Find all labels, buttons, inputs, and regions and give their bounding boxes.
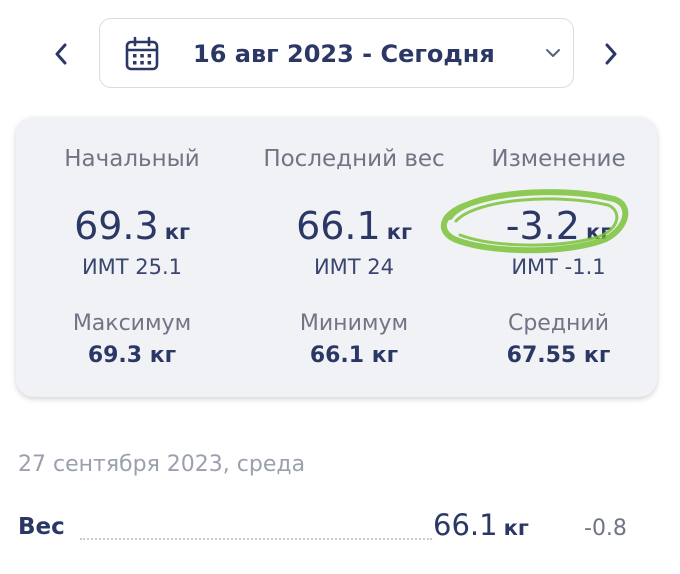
- min-weight-label: Минимум: [299, 311, 409, 336]
- chevron-left-icon: [55, 43, 67, 65]
- date-range-label: 16 авг 2023 - Сегодня: [193, 40, 495, 68]
- chevron-right-icon: [605, 43, 617, 65]
- weight-entry-row[interactable]: Вес 66.1 кг -0.8: [18, 508, 638, 552]
- chevron-down-icon: [546, 49, 560, 57]
- latest-bmi: ИМТ 24: [313, 255, 395, 279]
- start-bmi: ИМТ 25.1: [81, 255, 183, 279]
- latest-weight-label: Последний вес: [263, 146, 445, 172]
- next-period-button[interactable]: [596, 36, 626, 72]
- entry-weight-unit: кг: [503, 516, 529, 540]
- entry-weight-value: 66.1: [433, 508, 498, 542]
- start-weight-unit: кг: [164, 220, 190, 244]
- date-range-select[interactable]: 16 авг 2023 - Сегодня: [99, 18, 574, 88]
- avg-weight-value: 67.55 кг: [506, 343, 611, 368]
- calendar-icon: [125, 36, 159, 71]
- entry-weight-delta: -0.8: [584, 516, 627, 541]
- start-weight-value: 69.3: [74, 204, 159, 248]
- avg-weight-label: Средний: [507, 311, 610, 336]
- leader-dots: [80, 538, 432, 540]
- change-bmi: ИМТ -1.1: [511, 255, 606, 279]
- weight-change-label: Изменение: [491, 146, 626, 172]
- start-weight-label: Начальный: [64, 146, 200, 172]
- latest-weight-value: 66.1: [296, 204, 381, 248]
- weight-summary-card: Начальный 69.3 кг ИМТ 25.1 Максимум 69.3 …: [16, 117, 657, 397]
- entry-name: Вес: [18, 514, 65, 540]
- previous-period-button[interactable]: [46, 36, 76, 72]
- entry-date-heading: 27 сентября 2023, среда: [18, 452, 306, 477]
- max-weight-value: 69.3 кг: [87, 343, 177, 368]
- highlight-circle: [440, 189, 629, 254]
- min-weight-value: 66.1 кг: [309, 343, 399, 368]
- max-weight-label: Максимум: [72, 311, 192, 336]
- latest-weight-unit: кг: [386, 220, 412, 244]
